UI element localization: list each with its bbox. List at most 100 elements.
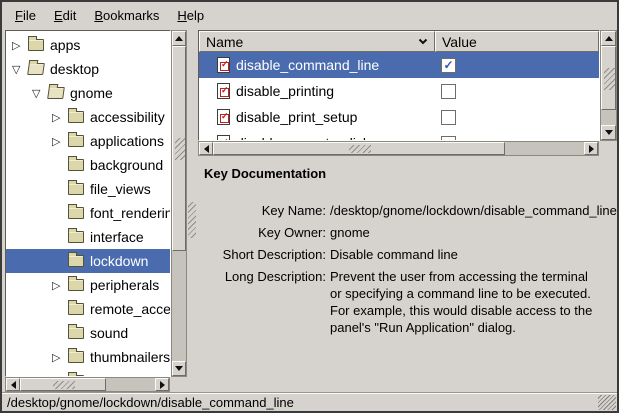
- list-header: Name Value: [199, 31, 599, 52]
- arrow-left-icon: [11, 381, 16, 389]
- expander-collapsed-icon[interactable]: ▷: [52, 279, 68, 292]
- tree-item-gnome[interactable]: ▽ gnome: [6, 81, 170, 105]
- folder-icon: [68, 279, 84, 291]
- gconf-editor-window: File Edit Bookmarks Help ▷ apps ▽ deskto…: [0, 0, 619, 413]
- menu-edit[interactable]: Edit: [45, 4, 85, 27]
- statusbar-key-path: /desktop/gnome/lockdown/disable_command_…: [7, 395, 294, 410]
- menu-bookmarks[interactable]: Bookmarks: [85, 4, 168, 27]
- checkbox-checked[interactable]: ✓: [441, 58, 456, 73]
- list-hscroll-thumb[interactable]: [213, 142, 505, 155]
- folder-icon: [68, 255, 84, 267]
- checkbox-unchecked[interactable]: [441, 110, 456, 125]
- folder-icon: [68, 231, 84, 243]
- key-row-disable-printing[interactable]: disable_printing: [199, 78, 599, 104]
- expander-collapsed-icon[interactable]: ▷: [52, 351, 68, 364]
- tree-item-applications[interactable]: ▷ applications: [6, 129, 170, 153]
- checkbox-unchecked[interactable]: [441, 84, 456, 99]
- menu-help[interactable]: Help: [168, 4, 213, 27]
- tree-item-apps[interactable]: ▷ apps: [6, 33, 170, 57]
- config-tree: ▷ apps ▽ desktop ▽ gnome: [5, 30, 171, 377]
- tree-item-desktop[interactable]: ▽ desktop: [6, 57, 170, 81]
- arrow-down-icon: [605, 130, 613, 135]
- tree-vscroll-trough[interactable]: [172, 251, 186, 361]
- tree-hscroll-trough[interactable]: [106, 378, 155, 391]
- folder-icon: [68, 327, 84, 339]
- folder-icon: [68, 183, 84, 195]
- key-pane: Name Value disable_command_line: [198, 30, 617, 392]
- key-list: Name Value disable_command_line: [198, 30, 600, 141]
- scroll-left-button[interactable]: [199, 142, 213, 155]
- list-vscroll-trough[interactable]: [601, 110, 616, 125]
- key-icon: [217, 57, 230, 73]
- expander-collapsed-icon[interactable]: ▷: [52, 111, 68, 124]
- open-folder-icon: [27, 63, 45, 75]
- list-vertical-scrollbar[interactable]: [600, 30, 617, 141]
- key-row-disable-print-setup[interactable]: disable_print_setup: [199, 104, 599, 130]
- splitter-grip-icon: [188, 202, 196, 238]
- tree-vertical-scrollbar[interactable]: [171, 30, 187, 377]
- arrow-right-icon: [160, 381, 165, 389]
- folder-icon: [68, 159, 84, 171]
- tree-item-accessibility[interactable]: ▷ accessibility: [6, 105, 170, 129]
- scroll-right-button[interactable]: [584, 142, 598, 155]
- doc-field-key-name: Key Name: /desktop/gnome/lockdown/disabl…: [204, 202, 611, 219]
- list-vscroll-thumb[interactable]: [601, 46, 616, 110]
- expander-collapsed-icon[interactable]: ▷: [52, 135, 68, 148]
- scroll-down-button[interactable]: [172, 361, 186, 376]
- list-hscroll-trough[interactable]: [505, 142, 584, 155]
- arrow-left-icon: [204, 145, 209, 153]
- doc-field-long-description: Long Description: Prevent the user from …: [204, 268, 611, 336]
- thumb-grip-icon: [604, 68, 615, 90]
- folder-icon: [68, 135, 84, 147]
- thumb-grip-icon: [53, 381, 75, 389]
- pane-splitter[interactable]: [187, 30, 198, 392]
- tree-item-lockdown[interactable]: lockdown: [6, 249, 170, 273]
- expander-expanded-icon[interactable]: ▽: [32, 87, 48, 100]
- tree-item-font-rendering[interactable]: font_rendering: [6, 201, 170, 225]
- tree-item-sound[interactable]: sound: [6, 321, 170, 345]
- scroll-right-button[interactable]: [155, 378, 169, 391]
- sort-indicator-icon: [418, 38, 428, 45]
- arrow-up-icon: [175, 36, 183, 41]
- folder-icon: [68, 303, 84, 315]
- column-header-name[interactable]: Name: [199, 31, 435, 52]
- statusbar: /desktop/gnome/lockdown/disable_command_…: [2, 392, 617, 411]
- open-folder-icon: [47, 87, 65, 99]
- tree-item-thumbnailers[interactable]: ▷ thumbnailers: [6, 345, 170, 369]
- tree-item-peripherals[interactable]: ▷ peripherals: [6, 273, 170, 297]
- folder-icon: [28, 39, 44, 51]
- key-row-disable-command-line[interactable]: disable_command_line ✓: [199, 52, 599, 78]
- key-row-disable-save-to-disk[interactable]: disable_save_to_disk: [199, 130, 599, 141]
- thumb-grip-icon: [349, 145, 371, 153]
- folder-icon: [68, 207, 84, 219]
- folder-icon: [68, 351, 84, 363]
- column-header-value[interactable]: Value: [435, 31, 599, 52]
- main-area: ▷ apps ▽ desktop ▽ gnome: [2, 28, 617, 392]
- menu-file[interactable]: File: [6, 4, 45, 27]
- scroll-up-button[interactable]: [601, 31, 616, 46]
- arrow-up-icon: [605, 36, 613, 41]
- key-icon: [217, 83, 230, 99]
- tree-item-remote-access[interactable]: remote_access: [6, 297, 170, 321]
- key-icon: [217, 109, 230, 125]
- folder-icon: [68, 111, 84, 123]
- tree-horizontal-scrollbar[interactable]: [5, 377, 170, 392]
- list-horizontal-scrollbar[interactable]: [198, 141, 599, 156]
- expander-collapsed-icon[interactable]: ▷: [12, 39, 28, 52]
- expander-expanded-icon[interactable]: ▽: [12, 63, 28, 76]
- thumb-grip-icon: [175, 138, 185, 160]
- doc-field-key-owner: Key Owner: gnome: [204, 224, 611, 241]
- key-documentation-panel: Key Documentation Key Name: /desktop/gno…: [198, 156, 617, 392]
- doc-field-short-description: Short Description: Disable command line: [204, 246, 611, 263]
- tree-item-file-views[interactable]: file_views: [6, 177, 170, 201]
- tree-item-background[interactable]: background: [6, 153, 170, 177]
- tree-vscroll-thumb[interactable]: [172, 46, 186, 251]
- resize-grip[interactable]: [598, 395, 616, 410]
- scroll-down-button[interactable]: [601, 125, 616, 140]
- tree-item-interface[interactable]: interface: [6, 225, 170, 249]
- tree-item-typing-break[interactable]: typing_break: [6, 369, 170, 377]
- tree-hscroll-thumb[interactable]: [20, 378, 106, 391]
- key-documentation-title: Key Documentation: [204, 166, 611, 181]
- scroll-up-button[interactable]: [172, 31, 186, 46]
- scroll-left-button[interactable]: [6, 378, 20, 391]
